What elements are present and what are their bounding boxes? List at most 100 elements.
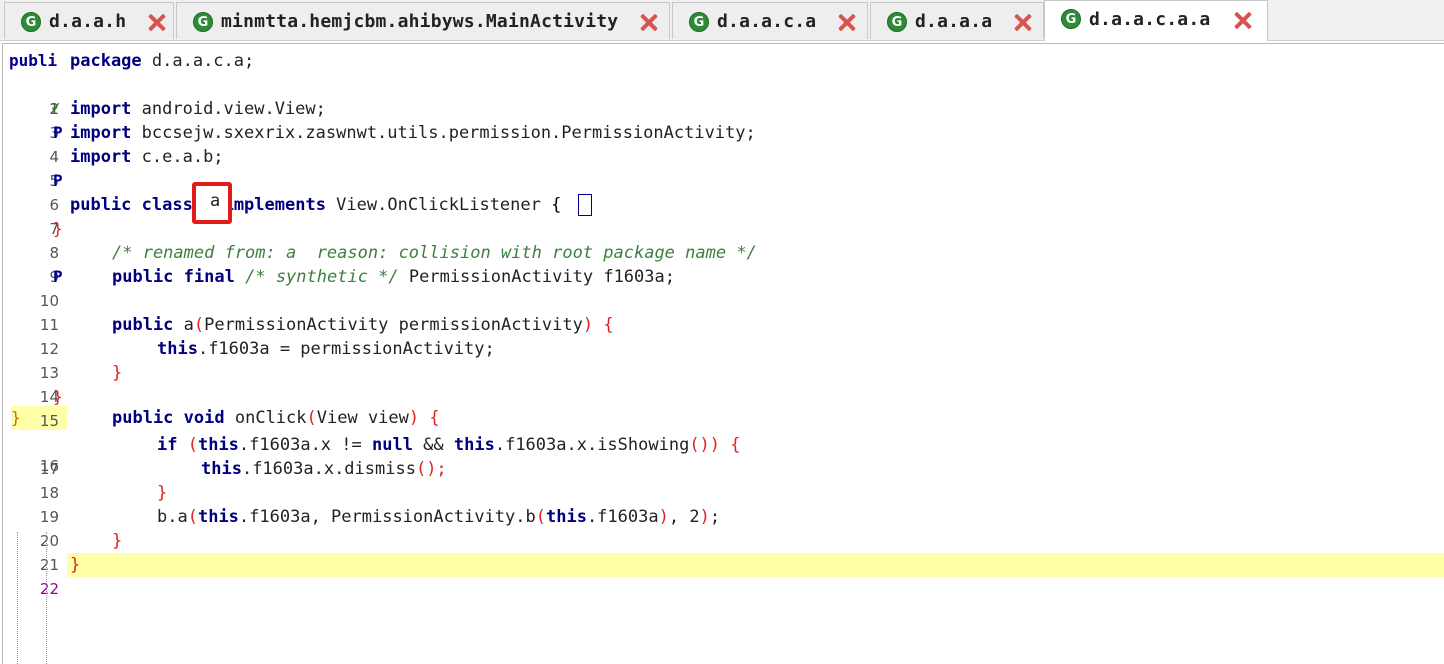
- keyword: public: [112, 315, 174, 335]
- code-line: 11: [3, 289, 1444, 334]
- tab-d-a-a-h[interactable]: G d.a.a.h: [4, 2, 174, 39]
- keyword: null: [371, 435, 413, 455]
- code-text: &&: [412, 435, 454, 455]
- paren: ): [408, 408, 420, 428]
- keyword: public: [70, 195, 132, 215]
- paren: (: [177, 435, 198, 455]
- code-text: PermissionActivity f1603a;: [398, 267, 675, 287]
- p-marker: P: [53, 171, 63, 190]
- code-line: 2: [3, 73, 1444, 118]
- code-text: .f1603a, PermissionActivity.b: [238, 507, 536, 527]
- keyword: this: [453, 435, 495, 455]
- paren: ): [582, 315, 594, 335]
- code-text: d.a.a.c.a;: [141, 51, 255, 71]
- code-line: 21 }: [3, 529, 1444, 574]
- code-text: View.OnClickListener: [325, 195, 552, 215]
- brace: {: [593, 315, 614, 335]
- comment: /* synthetic */: [245, 267, 399, 287]
- brace: {: [551, 195, 562, 215]
- keyword: public: [112, 408, 174, 428]
- code-text: android.view.View;: [131, 99, 326, 119]
- code-text: .f1603a: [586, 507, 659, 527]
- keyword: import: [70, 147, 132, 167]
- paren: ): [658, 507, 669, 527]
- keyword: implements: [223, 195, 326, 215]
- keyword: class: [141, 195, 193, 215]
- code-text: PermissionActivity permissionActivity: [204, 315, 583, 335]
- tab-d-a-a-c-a-a[interactable]: G d.a.a.c.a.a: [1044, 0, 1268, 41]
- line-number: 22: [39, 580, 59, 598]
- code-text: bccsejw.sxexrix.zaswnwt.utils.permission…: [131, 123, 756, 143]
- code-text: onClick: [224, 408, 307, 428]
- keyword: public: [112, 267, 174, 287]
- brace: }: [157, 483, 168, 503]
- class-icon: G: [689, 12, 709, 32]
- code-line: 5 import c.e.a.b;: [3, 145, 1444, 190]
- close-icon[interactable]: [1233, 11, 1251, 29]
- code-line: 20 b.a(this.f1603a, PermissionActivity.b…: [3, 505, 1444, 550]
- keyword: package: [70, 51, 142, 71]
- tab-label: minmtta.hemjcbm.ahibyws.MainActivity: [221, 10, 619, 32]
- tab-d-a-a-c-a[interactable]: G d.a.a.c.a: [672, 2, 868, 39]
- code-line: } 16 public void onClick(View view) {: [3, 406, 1444, 475]
- tab-d-a-a-a[interactable]: G d.a.a.a: [870, 2, 1044, 39]
- brace-marker: }: [53, 219, 63, 238]
- code-line: 4 P import bccsejw.sxexrix.zaswnwt.utils…: [3, 121, 1444, 166]
- keyword: void: [183, 408, 225, 428]
- code-line: 14 }: [3, 361, 1444, 406]
- keyword: final: [183, 267, 235, 287]
- brace-marker: }: [11, 408, 21, 427]
- close-icon[interactable]: [147, 13, 165, 31]
- keyword: import: [70, 99, 132, 119]
- brace: {: [419, 408, 440, 428]
- code-text: b.a: [157, 507, 188, 527]
- close-icon[interactable]: [837, 13, 855, 31]
- brace: }: [70, 555, 81, 575]
- keyword: import: [70, 123, 132, 143]
- code-line: 9 /* renamed from: a reason: collision w…: [3, 241, 1444, 286]
- code-line: 22 }: [3, 553, 1444, 598]
- paren: (: [187, 507, 198, 527]
- code-text: c.e.a.b;: [131, 147, 224, 167]
- paren: (: [306, 408, 317, 428]
- class-icon: G: [1061, 9, 1081, 29]
- paren: (: [193, 315, 205, 335]
- editor-tab-bar: G d.a.a.h G minmtta.hemjcbm.ahibyws.Main…: [0, 0, 1444, 41]
- keyword: this: [201, 459, 242, 479]
- paren: ()) {: [689, 435, 741, 455]
- class-icon: G: [21, 12, 41, 32]
- code-line: publi 1 package d.a.a.c.a;: [3, 49, 1444, 118]
- code-line: 18 this.f1603a.x.dismiss();: [3, 457, 1444, 502]
- paren: ();: [415, 459, 447, 479]
- code-text: a: [173, 315, 194, 335]
- keyword: this: [545, 507, 587, 527]
- brace: }: [112, 363, 123, 383]
- code-text: .f1603a = permissionActivity;: [197, 339, 495, 359]
- code-line: 12 public a(PermissionActivity permissio…: [3, 313, 1444, 358]
- code-text: ;: [709, 507, 721, 527]
- code-text: View view: [316, 408, 409, 428]
- close-icon[interactable]: [639, 13, 657, 31]
- comment: /* renamed from: a reason: collision wit…: [112, 243, 757, 263]
- tab-label: d.a.a.h: [49, 10, 127, 32]
- keyword: if: [157, 435, 178, 455]
- tab-label: d.a.a.a: [915, 10, 993, 32]
- close-icon[interactable]: [1013, 13, 1031, 31]
- gutter-guide: [17, 532, 18, 664]
- keyword: this: [197, 435, 239, 455]
- tab-label: d.a.a.c.a: [717, 10, 817, 32]
- code-line: 3 ✓ import android.view.View;: [3, 97, 1444, 142]
- class-icon: G: [193, 12, 213, 32]
- keyword: this: [157, 339, 198, 359]
- brace: }: [112, 531, 123, 551]
- code-line: 10 P public final /* synthetic */ Permis…: [3, 265, 1444, 310]
- code-text: .f1603a.x.isShowing: [494, 435, 690, 455]
- tab-label: d.a.a.c.a.a: [1089, 9, 1211, 30]
- class-name: a: [210, 191, 221, 211]
- check-icon: ✓: [51, 97, 61, 116]
- code-editor[interactable]: publi 1 package d.a.a.c.a; 2 3 ✓ import …: [2, 43, 1444, 664]
- code-text: , 2: [668, 507, 700, 527]
- tab-main-activity[interactable]: G minmtta.hemjcbm.ahibyws.MainActivity: [176, 2, 670, 39]
- code-line: 13 this.f1603a = permissionActivity;: [3, 337, 1444, 382]
- keyword: this: [197, 507, 239, 527]
